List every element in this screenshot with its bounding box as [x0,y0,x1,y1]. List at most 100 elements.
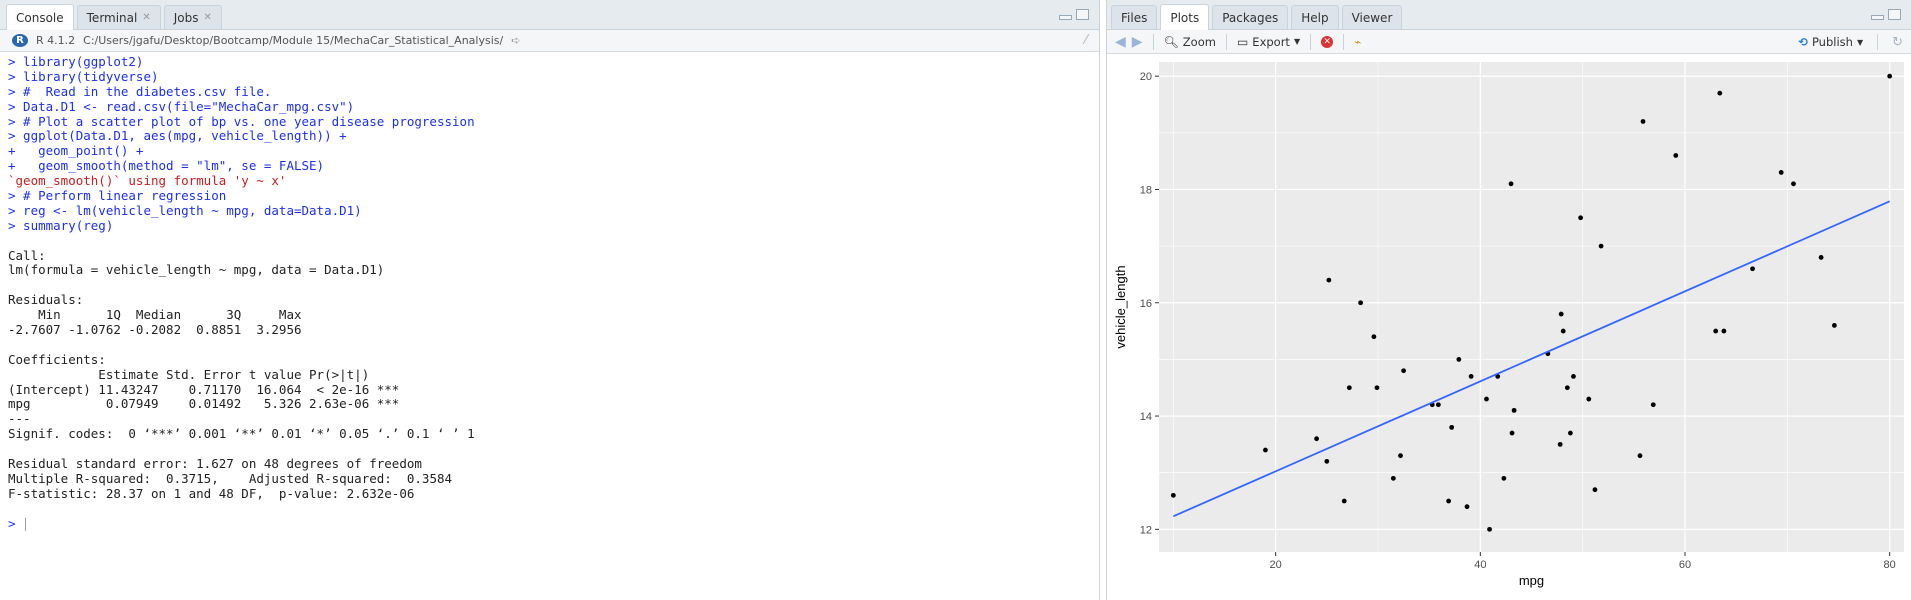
export-icon: ▭ [1236,34,1249,49]
data-point [1341,498,1347,504]
console-output-line: Min 1Q Median 3Q Max [8,307,310,323]
tab-viewer[interactable]: Viewer [1341,5,1403,29]
scatter-plot: 20 40 60 80 12 14 16 18 20 mpg vehicle_length [1113,62,1904,588]
data-point [1567,430,1573,436]
publish-button[interactable]: ⟲ Publish ▼ [1798,35,1863,49]
clear-console-icon[interactable]: ⁄ [1085,33,1087,48]
zoom-label: Zoom [1182,34,1216,49]
data-point [1484,396,1489,402]
remove-plot-icon[interactable]: ✕ [1321,35,1334,48]
console-output-line: Multiple R-squared: 0.3715, Adjusted R-s… [8,470,460,486]
data-point [1509,430,1515,436]
tab-label: Terminal [86,10,138,25]
y-tick-label: 14 [1140,411,1152,423]
tab-help[interactable]: Help [1291,5,1339,29]
toolbar-divider [1225,33,1227,50]
console-command-line: > # Read in the diabetes.csv file. [8,83,272,99]
tab-files[interactable]: Files [1111,5,1158,29]
console-output-line: F-statistic: 28.37 on 1 and 48 DF, p-val… [8,485,415,501]
tab-label: Help [1301,10,1329,25]
tab-label: Jobs [173,10,199,25]
data-point [1468,373,1474,379]
close-icon[interactable]: ✕ [142,6,150,30]
tab-label: Viewer [1351,10,1393,25]
forward-arrow-icon[interactable]: ▶ [1132,34,1143,50]
data-point [1832,323,1837,328]
data-point [1558,311,1564,317]
data-point [1578,215,1584,221]
go-to-directory-icon[interactable]: ➪ [511,34,520,47]
console-output-line: Signif. codes: 0 ‘***’ 0.001 ‘**’ 0.01 ‘… [8,426,475,442]
working-directory[interactable]: C:/Users/jgafu/Desktop/Bootcamp/Module 1… [83,34,503,47]
chevron-down-icon: ▼ [1856,37,1864,47]
back-arrow-icon[interactable]: ◀ [1115,34,1126,50]
data-point [1390,475,1396,481]
console-command-line: > # Plot a scatter plot of bp vs. one ye… [8,113,475,129]
data-point [1564,385,1570,391]
console-output[interactable]: > library(ggplot2) > library(tidyverse) > … [0,52,1099,532]
data-point [1508,181,1514,187]
r-version: R 4.1.2 [36,34,76,47]
console-message-line: `geom_smooth()` using formula 'y ~ x' [8,173,287,189]
tab-plots[interactable]: Plots [1160,4,1210,30]
console-command-line: > Data.D1 <- read.csv(file="MechaCar_mpg… [8,98,355,114]
toolbar-right: ⟲ Publish ▼ ↻ [1798,34,1903,50]
y-tick-label: 20 [1140,71,1152,83]
x-tick-label: 80 [1884,559,1896,571]
plots-tabbar: Files Plots Packages Help Viewer [1107,0,1911,30]
tab-terminal[interactable]: Terminal ✕ [76,5,161,30]
tab-console[interactable]: Console [6,4,74,30]
tab-packages[interactable]: Packages [1212,5,1289,29]
minimize-icon[interactable] [1871,15,1884,20]
minimize-icon[interactable] [1059,15,1072,20]
broom-icon[interactable]: ⌁ [1354,35,1361,49]
y-tick-label: 18 [1140,184,1152,196]
console-command-line: + geom_smooth(method = "lm", se = FALSE) [8,158,325,174]
data-point [1791,181,1796,187]
data-point [1673,153,1679,158]
console-output-line: Estimate Std. Error t value Pr(>|t|) [8,366,400,382]
console-command-line: > library(tidyverse) [8,68,159,84]
data-point [1557,441,1563,447]
toolbar-divider [1877,34,1879,50]
console-output-line: Residuals: [8,292,84,308]
pane-window-controls [1871,9,1901,20]
maximize-icon[interactable] [1076,9,1089,20]
console-output-line: -2.7607 -1.0762 -0.2082 0.8851 3.2956 [8,322,310,338]
console-output-line: Residual standard error: 1.627 on 48 deg… [8,456,422,472]
console-output-line: lm(formula = vehicle_length ~ mpg, data … [8,262,385,278]
tab-jobs[interactable]: Jobs ✕ [163,5,222,30]
close-icon[interactable]: ✕ [204,6,212,30]
export-button[interactable]: ▭ Export ▼ [1237,35,1300,49]
console-command-line: > # Perform linear regression [8,188,227,204]
data-point [1750,266,1755,272]
data-point [1637,453,1643,459]
refresh-icon[interactable]: ↻ [1892,35,1903,50]
pane-window-controls [1059,9,1089,20]
data-point [1571,373,1576,379]
console-output-line: --- [8,411,31,427]
x-tick-label: 60 [1679,559,1691,571]
zoom-button[interactable]: 🔍︎ Zoom [1164,35,1216,49]
data-point [1449,424,1455,430]
tab-label: Files [1121,10,1148,25]
console-output-line: Coefficients: [8,351,106,367]
maximize-icon[interactable] [1888,9,1901,20]
data-point [1456,356,1462,362]
x-tick-label: 20 [1270,559,1282,571]
y-tick-label: 16 [1140,298,1152,310]
console-tabbar: Console Terminal ✕ Jobs ✕ [0,0,1099,30]
data-point [1326,277,1332,283]
console-prompt[interactable]: > [8,516,1099,532]
r-logo-icon: R [12,34,28,47]
data-point [1446,498,1452,504]
data-point [1586,396,1592,402]
text-cursor [25,517,27,531]
data-point [1435,402,1441,408]
console-command-line: + geom_point() + [8,143,144,159]
data-point [1358,300,1364,306]
chevron-down-icon: ▼ [1293,37,1301,46]
